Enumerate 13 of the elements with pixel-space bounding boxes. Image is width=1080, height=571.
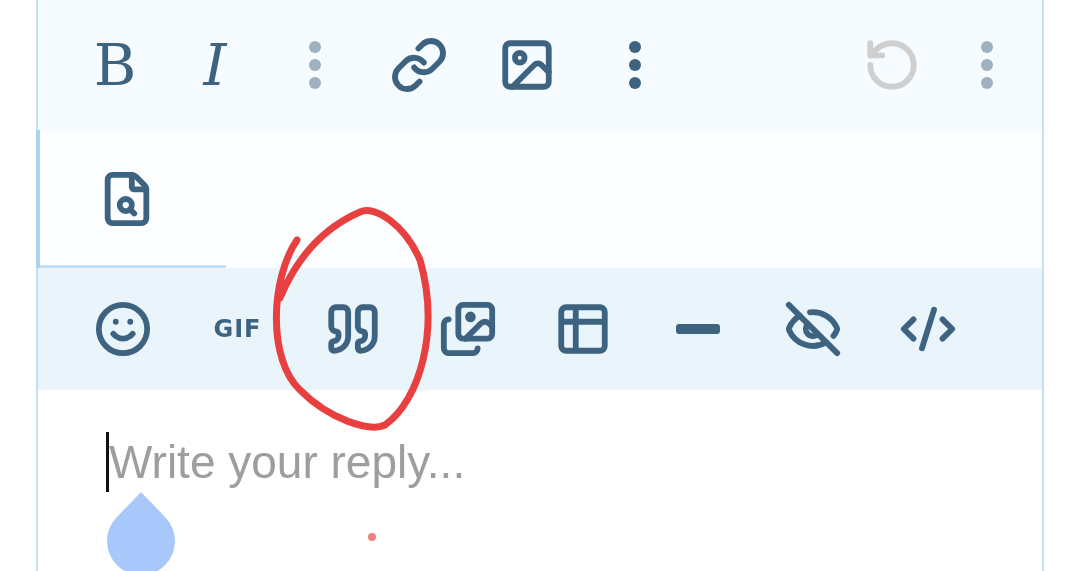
more-icon	[308, 40, 322, 90]
bold-button[interactable]: B	[65, 25, 165, 105]
link-icon	[390, 36, 448, 94]
gif-button[interactable]: GIF	[180, 289, 295, 369]
eye-off-icon	[783, 300, 842, 358]
annotation-dot	[368, 533, 376, 541]
media-icon	[438, 300, 497, 358]
more-icon	[980, 40, 994, 90]
smiley-icon	[93, 300, 152, 358]
italic-button[interactable]: I	[165, 25, 265, 105]
cursor-handle[interactable]	[106, 492, 176, 571]
minus-icon	[675, 324, 720, 334]
more-icon	[628, 40, 642, 90]
